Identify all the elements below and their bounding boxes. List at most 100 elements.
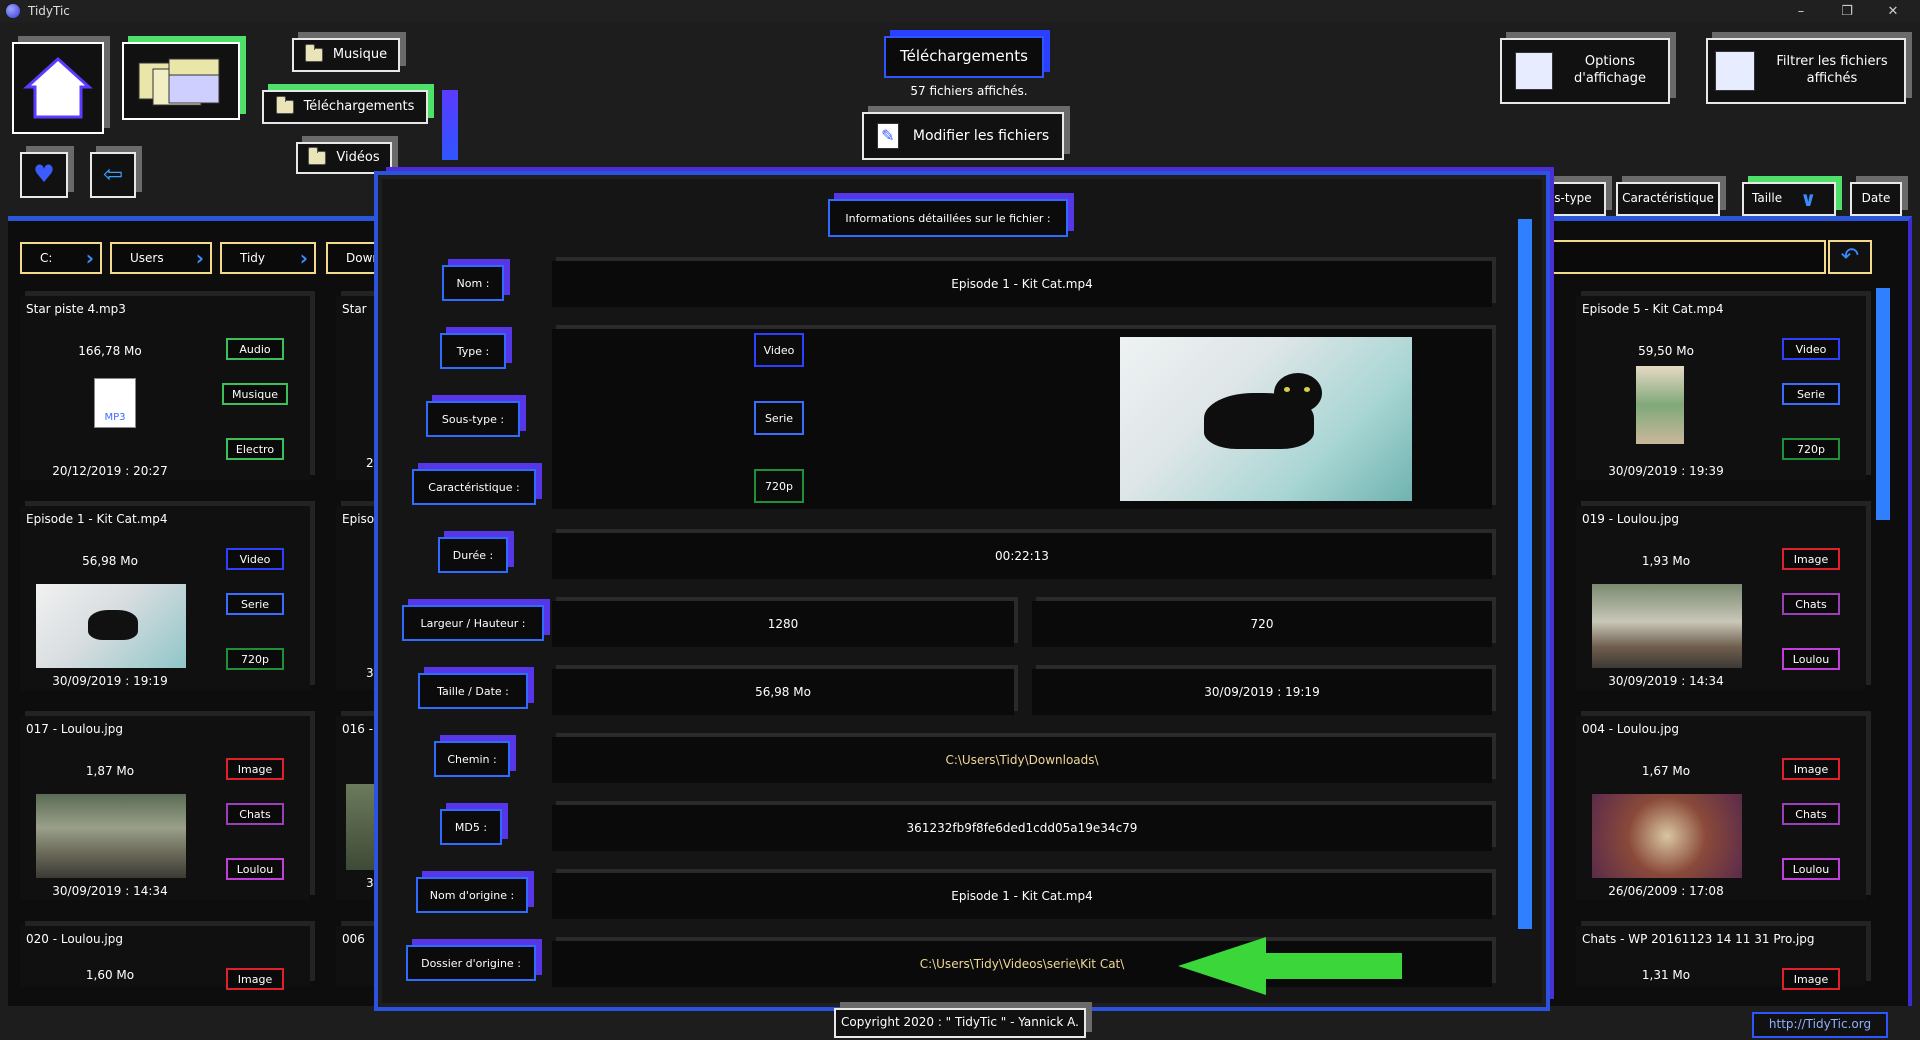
path-bar[interactable] xyxy=(1550,240,1826,274)
file-size: 59,50 Mo xyxy=(1638,344,1694,358)
file-card[interactable]: Episode 5 - Kit Cat.mp4 59,50 Mo 30/09/2… xyxy=(1576,296,1866,480)
tag-badge[interactable]: Image xyxy=(1782,548,1840,570)
nav-telechargements-button[interactable]: Téléchargements xyxy=(262,90,428,124)
file-date: 2 xyxy=(366,456,374,470)
file-size: 1,60 Mo xyxy=(85,968,135,982)
display-options-icon xyxy=(1515,52,1553,90)
value-nom: Episode 1 - Kit Cat.mp4 xyxy=(552,261,1492,307)
file-size: 1,31 Mo xyxy=(1641,968,1691,982)
tag-badge[interactable]: Serie xyxy=(226,593,284,615)
tag-badge[interactable]: Electro xyxy=(226,438,284,460)
chevron-down-icon: ∨ xyxy=(1800,187,1817,211)
label-nom: Nom : xyxy=(442,265,504,301)
folder-icon xyxy=(275,96,294,114)
tag-badge[interactable]: 720p xyxy=(226,648,284,670)
file-details-modal: Informations détaillées sur le fichier :… xyxy=(374,171,1550,1011)
close-button[interactable]: ✕ xyxy=(1870,0,1916,22)
website-link[interactable]: http://TidyTic.org xyxy=(1752,1012,1888,1038)
filter-files-button[interactable]: Filtrer les fichiers affichés xyxy=(1706,38,1906,104)
tag-badge[interactable]: 720p xyxy=(1782,438,1840,460)
nav-musique-label: Musique xyxy=(332,46,388,62)
label-type: Type : xyxy=(440,333,506,369)
filter-files-label: Filtrer les fichiers affichés xyxy=(1776,54,1888,86)
file-card[interactable]: 020 - Loulou.jpg 1,60 Mo Image xyxy=(20,926,310,990)
file-date: 3 xyxy=(366,666,374,680)
path-segment-label: C: xyxy=(40,251,53,265)
sort-subtype-button[interactable]: s-type xyxy=(1540,182,1606,216)
value-chemin: C:\Users\Tidy\Downloads\ xyxy=(552,737,1492,783)
soustype-chip: Serie xyxy=(754,401,804,435)
tag-badge[interactable]: Loulou xyxy=(226,858,284,880)
path-segment[interactable]: Down xyxy=(326,242,386,274)
path-segment-label: Users xyxy=(130,251,164,265)
tag-badge[interactable]: Audio xyxy=(226,338,284,360)
tag-badge[interactable]: Image xyxy=(226,758,284,780)
label-duree: Durée : xyxy=(438,537,508,573)
image-thumbnail xyxy=(36,794,186,878)
modal-title: Informations détaillées sur le fichier : xyxy=(828,199,1068,237)
sort-characteristic-button[interactable]: Caractéristique xyxy=(1616,182,1720,216)
file-date: 30/09/2019 : 14:34 xyxy=(1608,674,1724,688)
tag-badge[interactable]: Chats xyxy=(226,803,284,825)
restore-button[interactable]: ❐ xyxy=(1824,0,1870,22)
tag-badge[interactable]: Image xyxy=(1782,758,1840,780)
file-name: 006 xyxy=(342,932,365,946)
sort-size-label: Taille xyxy=(1752,191,1783,206)
chevron-right-icon: › xyxy=(195,246,204,270)
image-thumbnail xyxy=(1592,794,1742,878)
tag-badge[interactable]: Chats xyxy=(1782,803,1840,825)
tag-badge[interactable]: Image xyxy=(226,968,284,990)
tag-badge[interactable]: Loulou xyxy=(1782,648,1840,670)
modify-files-label: Modifier les fichiers xyxy=(912,127,1050,144)
scrollbar-thumb[interactable] xyxy=(1876,288,1890,520)
nav-videos-button[interactable]: Vidéos xyxy=(296,142,392,174)
path-segment[interactable]: Users › xyxy=(110,242,212,274)
file-size: 56,98 Mo xyxy=(82,554,138,568)
sort-date-button[interactable]: Date xyxy=(1850,182,1902,216)
file-card[interactable]: 017 - Loulou.jpg 1,87 Mo 30/09/2019 : 14… xyxy=(20,716,310,900)
arrow-left-icon: ⇦ xyxy=(102,160,124,189)
back-button[interactable]: ⇦ xyxy=(90,152,136,198)
display-options-button[interactable]: Options d'affichage xyxy=(1500,38,1670,104)
value-largeur: 1280 xyxy=(552,601,1014,647)
file-card[interactable]: Episode 1 - Kit Cat.mp4 56,98 Mo 30/09/2… xyxy=(20,506,310,690)
tag-badge[interactable]: Video xyxy=(226,548,284,570)
home-button[interactable] xyxy=(12,42,104,134)
file-card[interactable]: Star piste 4.mp3 166,78 Mo MP3 20/12/201… xyxy=(20,296,310,480)
nav-telechargements-label: Téléchargements xyxy=(303,98,415,114)
sort-size-button[interactable]: Taille ∨ xyxy=(1742,182,1836,216)
folders-button[interactable] xyxy=(122,42,240,120)
file-name: Chats - WP 20161123 14 11 31 Pro.jpg xyxy=(1582,932,1815,946)
tag-badge[interactable]: Musique xyxy=(222,383,288,405)
label-caracteristique: Caractéristique : xyxy=(412,469,536,505)
path-segment-label: Down xyxy=(346,251,381,265)
path-segment[interactable]: C: › xyxy=(20,242,102,274)
tag-badge[interactable]: Loulou xyxy=(1782,858,1840,880)
label-dimensions: Largeur / Hauteur : xyxy=(402,605,544,641)
image-thumbnail xyxy=(1592,584,1742,668)
file-size: 166,78 Mo xyxy=(78,344,142,358)
value-duree: 00:22:13 xyxy=(552,533,1492,579)
value-md5: 361232fb9f8fe6ded1cdd05a19e34c79 xyxy=(552,805,1492,851)
file-card[interactable]: Chats - WP 20161123 14 11 31 Pro.jpg 1,3… xyxy=(1576,926,1866,990)
tag-badge[interactable]: Chats xyxy=(1782,593,1840,615)
tag-badge[interactable]: Image xyxy=(1782,968,1840,990)
tag-badge[interactable]: Serie xyxy=(1782,383,1840,405)
file-name: 004 - Loulou.jpg xyxy=(1582,722,1679,736)
favorites-button[interactable]: ♥ xyxy=(20,152,68,198)
path-undo-button[interactable]: ↶ xyxy=(1828,240,1872,274)
nav-musique-button[interactable]: Musique xyxy=(292,38,400,72)
label-nom-origine: Nom d'origine : xyxy=(416,877,528,913)
file-card[interactable]: 019 - Loulou.jpg 1,93 Mo 30/09/2019 : 14… xyxy=(1576,506,1866,690)
home-icon xyxy=(23,56,93,119)
path-segment[interactable]: Tidy › xyxy=(220,242,316,274)
file-card[interactable]: 004 - Loulou.jpg 1,67 Mo 26/06/2009 : 17… xyxy=(1576,716,1866,900)
minimize-button[interactable]: – xyxy=(1778,0,1824,22)
tag-badge[interactable]: Video xyxy=(1782,338,1840,360)
path-segment-label: Tidy xyxy=(240,251,266,265)
value-hauteur: 720 xyxy=(1032,601,1492,647)
file-name: Episode 1 - Kit Cat.mp4 xyxy=(26,512,168,526)
modify-files-button[interactable]: ✎ Modifier les fichiers xyxy=(862,112,1064,160)
edit-icon: ✎ xyxy=(876,123,899,149)
modal-scrollbar[interactable] xyxy=(1518,219,1532,929)
